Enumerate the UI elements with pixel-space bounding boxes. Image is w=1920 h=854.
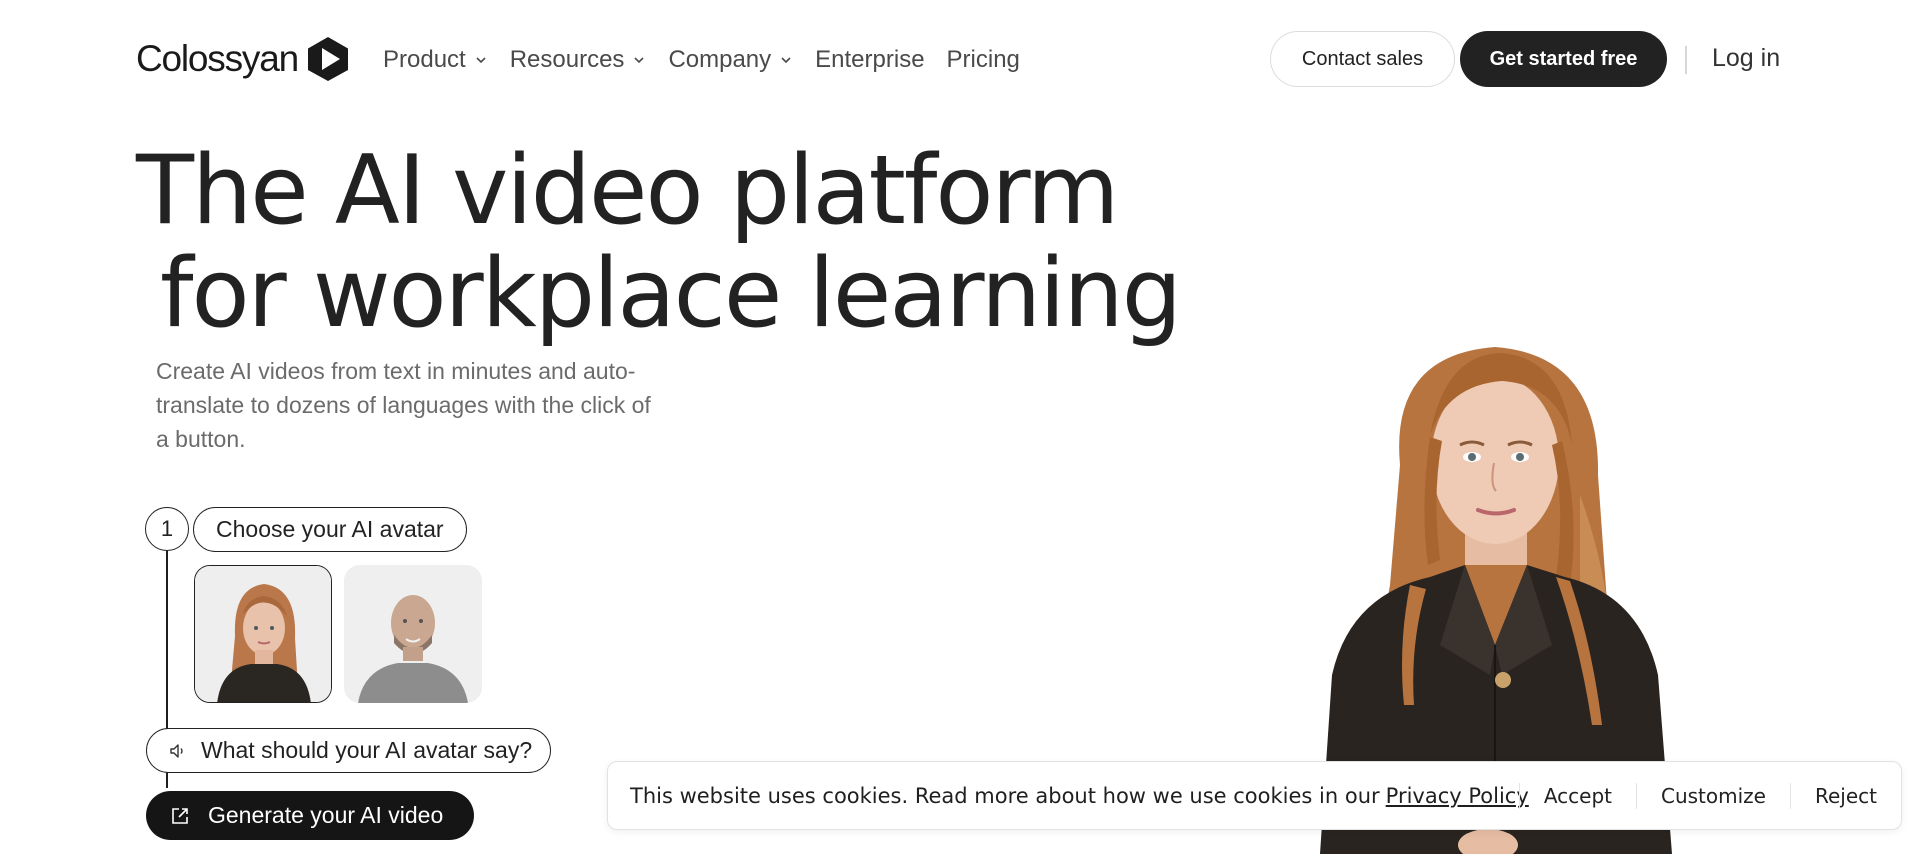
avatar-option-woman[interactable]: [194, 565, 332, 703]
step-number-badge: 1: [145, 507, 189, 551]
nav-item-enterprise[interactable]: Enterprise: [815, 46, 924, 74]
avatar-option-man[interactable]: [344, 565, 482, 703]
cookie-actions: Accept Customize Reject: [1518, 762, 1901, 829]
cookie-customize-button[interactable]: Customize: [1637, 784, 1790, 808]
nav-item-label: Company: [668, 46, 772, 73]
generate-video-label: Generate your AI video: [208, 802, 444, 828]
nav-item-label: Product: [383, 46, 466, 73]
hero-title-line-1: The AI video platform: [136, 136, 1119, 246]
contact-sales-button[interactable]: Contact sales: [1270, 31, 1455, 87]
chevron-down-icon: [634, 57, 645, 64]
nav-item-label: Pricing: [946, 46, 1020, 73]
logo-text: Colossyan: [136, 38, 299, 79]
avatar-script-input[interactable]: What should your AI avatar say?: [146, 728, 551, 773]
logo[interactable]: Colossyan: [136, 34, 350, 84]
play-hexagon-icon: [307, 37, 348, 81]
cookie-banner: This website uses cookies. Read more abo…: [607, 761, 1902, 830]
external-link-icon: [172, 807, 188, 824]
speaker-icon: [170, 743, 183, 758]
nav-item-product[interactable]: Product: [383, 46, 488, 74]
nav-item-company[interactable]: Company: [668, 46, 793, 74]
nav-item-label: Enterprise: [815, 46, 925, 73]
cookie-accept-button[interactable]: Accept: [1520, 784, 1636, 808]
cookie-reject-button[interactable]: Reject: [1791, 784, 1901, 808]
generate-video-button[interactable]: Generate your AI video: [146, 791, 474, 840]
avatar-man-image: [344, 565, 482, 703]
choose-avatar-pill[interactable]: Choose your AI avatar: [193, 507, 467, 552]
avatar-script-placeholder: What should your AI avatar say?: [201, 737, 533, 763]
site-header: Colossyan Product Resources Company Ente…: [0, 0, 1920, 118]
main-nav: Product Resources Company Enterprise Pri…: [383, 40, 1042, 80]
avatar-woman-image: [195, 566, 331, 702]
hero-title-line-2: for workplace learning: [160, 239, 1182, 349]
cookie-message-text: This website uses cookies. Read more abo…: [630, 783, 1380, 808]
header-divider: [1685, 46, 1687, 74]
nav-item-resources[interactable]: Resources: [510, 46, 647, 74]
login-link[interactable]: Log in: [1712, 44, 1780, 73]
nav-item-pricing[interactable]: Pricing: [947, 46, 1020, 74]
chevron-down-icon: [781, 57, 791, 64]
get-started-button[interactable]: Get started free: [1460, 31, 1667, 87]
hero-title: The AI video platform for workplace lear…: [136, 140, 1182, 349]
nav-item-label: Resources: [509, 46, 625, 73]
cookie-message: This website uses cookies. Read more abo…: [630, 784, 1529, 808]
privacy-policy-link[interactable]: Privacy Policy: [1386, 784, 1529, 808]
hero-subtitle: Create AI videos from text in minutes an…: [156, 358, 651, 452]
chevron-down-icon: [476, 57, 486, 64]
